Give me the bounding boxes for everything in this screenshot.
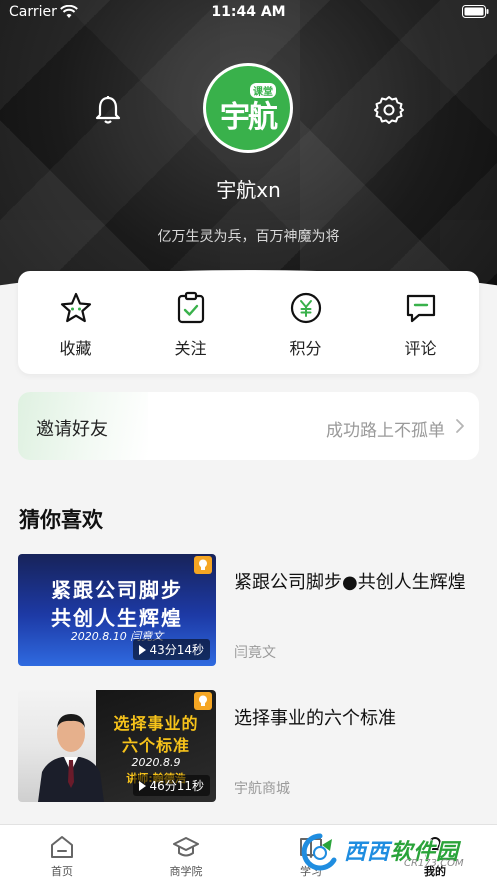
course-author: 宇航商城	[234, 781, 290, 797]
tab-home[interactable]: 首页	[0, 825, 124, 883]
settings-gear-icon[interactable]	[374, 95, 404, 125]
quick-action-favorites[interactable]: 收藏	[18, 271, 133, 374]
clipboard-check-icon	[177, 291, 204, 324]
recommend-section-title: 猜你喜欢	[19, 508, 103, 532]
home-icon	[51, 836, 73, 858]
course-thumbnail: 选择事业的 六个标准 2020.8.9 讲师:翰德浩 46分11秒	[18, 690, 216, 802]
user-motto: 亿万生灵为兵，百万神魔为将	[157, 229, 340, 245]
duration-text: 46分11秒	[149, 779, 204, 793]
course-thumbnail: 紧跟公司脚步 共创人生辉煌 2020.8.10 闫竟文 43分14秒	[18, 554, 216, 666]
invite-friends-banner[interactable]: 邀请好友 成功路上不孤单	[18, 392, 479, 460]
lightbulb-icon	[194, 692, 212, 710]
thumbnail-headline: 选择事业的	[113, 714, 199, 733]
notification-bell-icon[interactable]	[94, 95, 122, 125]
chevron-right-icon	[456, 419, 464, 433]
course-title: 选择事业的六个标准	[234, 708, 396, 729]
avatar-logo-text: 宇航	[220, 100, 278, 135]
duration-badge: 43分14秒	[133, 639, 210, 660]
battery-icon	[462, 5, 489, 18]
tab-label: 首页	[51, 865, 73, 878]
watermark: 西西软件园 CR173.COM	[300, 832, 478, 872]
watermark-text-blue: 西西	[344, 840, 391, 865]
tab-label: 商学院	[169, 865, 203, 878]
course-author: 闫竟文	[234, 645, 276, 661]
quick-actions-card: 收藏 关注 积分 评论	[18, 271, 479, 374]
invite-slogan: 成功路上不孤单	[326, 421, 445, 441]
avatar-logo: 课堂 宇航	[206, 66, 290, 150]
course-title: 紧跟公司脚步●共创人生辉煌	[234, 572, 466, 593]
duration-text: 43分14秒	[149, 643, 204, 657]
play-icon	[139, 645, 147, 655]
thumbnail-headline: 共创人生辉煌	[51, 606, 183, 630]
tab-business-school[interactable]: 商学院	[124, 825, 248, 883]
star-icon	[60, 292, 91, 323]
graduation-cap-icon	[173, 837, 199, 857]
clock: 11:44 AM	[211, 4, 286, 20]
thumbnail-date: 2020.8.9	[131, 756, 181, 769]
watermark-logo	[301, 833, 337, 871]
duration-badge: 46分11秒	[133, 775, 210, 796]
user-name: 宇航xn	[216, 178, 281, 202]
comment-icon	[406, 294, 435, 323]
course-item[interactable]: 紧跟公司脚步 共创人生辉煌 2020.8.10 闫竟文 43分14秒 紧跟公司脚…	[18, 554, 479, 666]
quick-action-follow[interactable]: 关注	[133, 271, 248, 374]
status-bar: Carrier 11:44 AM	[0, 0, 497, 26]
quick-action-label: 关注	[174, 339, 207, 358]
quick-action-label: 评论	[404, 339, 437, 358]
quick-action-label: 积分	[289, 339, 322, 358]
lightbulb-icon	[194, 556, 212, 574]
avatar[interactable]: 课堂 宇航	[203, 63, 293, 153]
play-icon	[139, 781, 147, 791]
course-item[interactable]: 选择事业的 六个标准 2020.8.9 讲师:翰德浩 46分11秒 选择事业的六…	[18, 690, 479, 802]
quick-action-label: 收藏	[59, 339, 92, 358]
watermark-subtext: CR173.COM	[404, 858, 464, 869]
thumbnail-headline: 紧跟公司脚步	[51, 578, 183, 602]
thumbnail-headline: 六个标准	[121, 736, 190, 755]
invite-title: 邀请好友	[36, 419, 108, 440]
quick-action-comments[interactable]: 评论	[363, 271, 478, 374]
yen-coin-icon	[290, 292, 321, 324]
quick-action-points[interactable]: 积分	[248, 271, 363, 374]
